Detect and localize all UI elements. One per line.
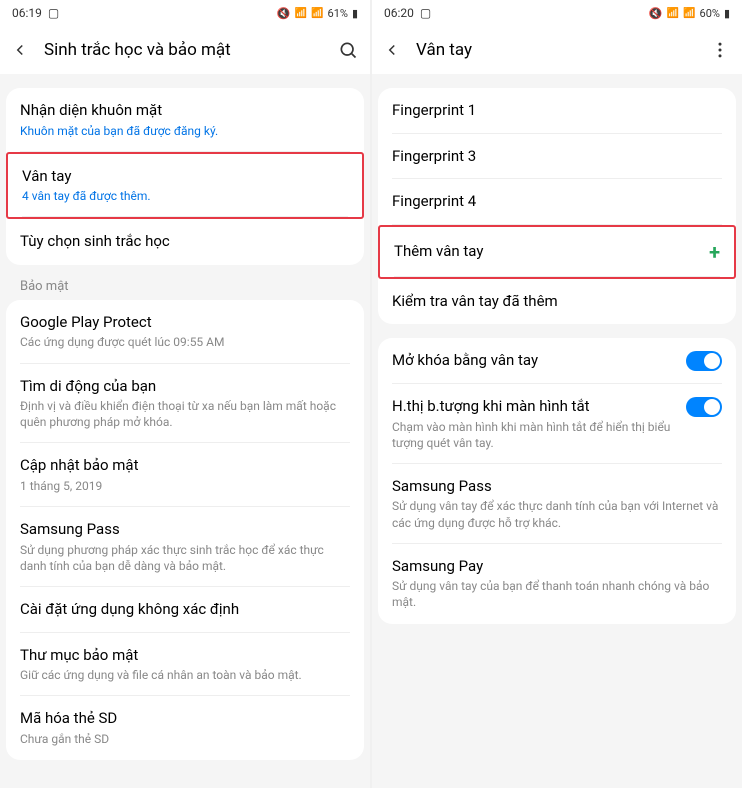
item-subtitle: Sử dụng vân tay của bạn để thanh toán nh… bbox=[392, 578, 722, 610]
item-title: Vân tay bbox=[22, 167, 348, 187]
header: Sinh trắc học và bảo mật bbox=[0, 26, 370, 74]
status-bar: 06:20 ▢ 🔇 📶 📶 60% ▮ bbox=[372, 0, 742, 26]
wifi-icon: 📶 bbox=[295, 8, 307, 19]
item-title: Nhận diện khuôn mặt bbox=[20, 101, 350, 121]
item-subtitle: Sử dụng phương pháp xác thực sinh trắc h… bbox=[20, 542, 350, 574]
battery-text: 60% bbox=[700, 7, 720, 20]
item-subtitle: Các ứng dụng được quét lúc 09:55 AM bbox=[20, 334, 350, 350]
fingerprint-item[interactable]: Fingerprint 4 bbox=[378, 179, 736, 225]
security-item[interactable]: Tìm di động của bạnĐịnh vị và điều khiển… bbox=[6, 364, 364, 444]
security-item[interactable]: Mã hóa thẻ SD Chưa gắn thẻ SD bbox=[6, 696, 364, 760]
item-subtitle: Giữ các ứng dụng và file cá nhân an toàn… bbox=[20, 667, 350, 683]
image-icon: ▢ bbox=[48, 6, 59, 20]
back-button[interactable] bbox=[382, 40, 402, 60]
right-screen: 06:20 ▢ 🔇 📶 📶 60% ▮ Vân tay Fingerprint … bbox=[372, 0, 742, 788]
add-fingerprint[interactable]: Thêm vân tay + bbox=[378, 225, 736, 279]
fingerprint-item[interactable]: Fingerprint 3 bbox=[378, 134, 736, 180]
item-title: Fingerprint 3 bbox=[392, 147, 722, 167]
item-title: Kiểm tra vân tay đã thêm bbox=[392, 292, 722, 312]
item-title: H.thị b.tượng khi màn hình tắt bbox=[392, 397, 674, 417]
wifi-icon: 📶 bbox=[667, 8, 679, 19]
fingerprint-item[interactable]: Fingerprint 1 bbox=[378, 88, 736, 134]
item-title: Fingerprint 1 bbox=[392, 101, 722, 121]
toggle-switch[interactable] bbox=[686, 351, 722, 371]
mute-icon: 🔇 bbox=[649, 7, 663, 20]
item-subtitle: 1 tháng 5, 2019 bbox=[20, 478, 350, 494]
mute-icon: 🔇 bbox=[277, 7, 291, 20]
battery-icon: ▮ bbox=[352, 7, 358, 20]
security-item[interactable]: Cài đặt ứng dụng không xác định bbox=[6, 587, 364, 633]
header-title: Sinh trắc học và bảo mật bbox=[44, 40, 322, 60]
biometric-item[interactable]: Vân tay4 vân tay đã được thêm. bbox=[6, 152, 364, 220]
battery-icon: ▮ bbox=[724, 7, 730, 20]
item-title: Cập nhật bảo mật bbox=[20, 456, 350, 476]
fingerprints-card: Fingerprint 1 Fingerprint 3 Fingerprint 4 T… bbox=[378, 88, 736, 324]
item-title: Samsung Pay bbox=[392, 557, 722, 577]
item-title: Google Play Protect bbox=[20, 313, 350, 333]
header-title: Vân tay bbox=[416, 40, 694, 60]
check-fingerprint[interactable]: Kiểm tra vân tay đã thêm bbox=[378, 279, 736, 325]
status-bar: 06:19 ▢ 🔇 📶 📶 61% ▮ bbox=[0, 0, 370, 26]
item-title: Cài đặt ứng dụng không xác định bbox=[20, 600, 350, 620]
item-title: Samsung Pass bbox=[20, 520, 350, 540]
item-title: Tùy chọn sinh trắc học bbox=[20, 232, 350, 252]
security-item[interactable]: Google Play ProtectCác ứng dụng được qué… bbox=[6, 300, 364, 364]
security-card: Google Play ProtectCác ứng dụng được qué… bbox=[6, 300, 364, 760]
item-title: Samsung Pass bbox=[392, 477, 722, 497]
setting-item[interactable]: Samsung PaySử dụng vân tay của bạn để th… bbox=[378, 544, 736, 624]
header: Vân tay bbox=[372, 26, 742, 74]
setting-item[interactable]: H.thị b.tượng khi màn hình tắtChạm vào m… bbox=[378, 384, 736, 464]
content: Nhận diện khuôn mặt Khuôn mặt của bạn đã … bbox=[0, 74, 370, 788]
biometric-item[interactable]: Tùy chọn sinh trắc học bbox=[6, 219, 364, 265]
battery-text: 61% bbox=[328, 7, 348, 20]
item-subtitle: Khuôn mặt của bạn đã được đăng ký. bbox=[20, 123, 350, 139]
item-subtitle: Sử dụng vân tay để xác thực danh tính củ… bbox=[392, 498, 722, 530]
item-subtitle: Chạm vào màn hình khi màn hình tắt để hi… bbox=[392, 419, 674, 451]
search-button[interactable] bbox=[336, 38, 360, 62]
security-item[interactable]: Cập nhật bảo mật 1 tháng 5, 2019 bbox=[6, 443, 364, 507]
image-icon: ▢ bbox=[420, 6, 431, 20]
setting-item[interactable]: Mở khóa bằng vân tay bbox=[378, 338, 736, 384]
setting-item[interactable]: Samsung PassSử dụng vân tay để xác thực … bbox=[378, 464, 736, 544]
biometrics-card: Nhận diện khuôn mặt Khuôn mặt của bạn đã … bbox=[6, 88, 364, 265]
content: Fingerprint 1 Fingerprint 3 Fingerprint 4 T… bbox=[372, 74, 742, 788]
toggle-switch[interactable] bbox=[686, 397, 722, 417]
item-subtitle: Chưa gắn thẻ SD bbox=[20, 731, 350, 747]
security-item[interactable]: Thư mục bảo mậtGiữ các ứng dụng và file … bbox=[6, 633, 364, 697]
status-time: 06:20 bbox=[384, 6, 414, 20]
plus-icon: + bbox=[709, 240, 720, 264]
item-subtitle: Định vị và điều khiển điện thoại từ xa n… bbox=[20, 398, 350, 430]
back-button[interactable] bbox=[10, 40, 30, 60]
left-screen: 06:19 ▢ 🔇 📶 📶 61% ▮ Sinh trắc học và bảo… bbox=[0, 0, 370, 788]
item-title: Tìm di động của bạn bbox=[20, 377, 350, 397]
settings-card: Mở khóa bằng vân tay H.thị b.tượng khi mà… bbox=[378, 338, 736, 624]
security-item[interactable]: Samsung PassSử dụng phương pháp xác thực… bbox=[6, 507, 364, 587]
status-time: 06:19 bbox=[12, 6, 42, 20]
more-button[interactable] bbox=[708, 38, 732, 62]
item-subtitle: 4 vân tay đã được thêm. bbox=[22, 188, 348, 204]
item-title: Thêm vân tay bbox=[394, 242, 483, 262]
signal-icon: 📶 bbox=[683, 8, 695, 19]
signal-icon: 📶 bbox=[311, 8, 323, 19]
section-label: Bảo mật bbox=[6, 265, 364, 298]
item-title: Thư mục bảo mật bbox=[20, 646, 350, 666]
biometric-item[interactable]: Nhận diện khuôn mặt Khuôn mặt của bạn đã … bbox=[6, 88, 364, 152]
item-title: Mở khóa bằng vân tay bbox=[392, 351, 674, 371]
item-title: Fingerprint 4 bbox=[392, 192, 722, 212]
item-title: Mã hóa thẻ SD bbox=[20, 709, 350, 729]
